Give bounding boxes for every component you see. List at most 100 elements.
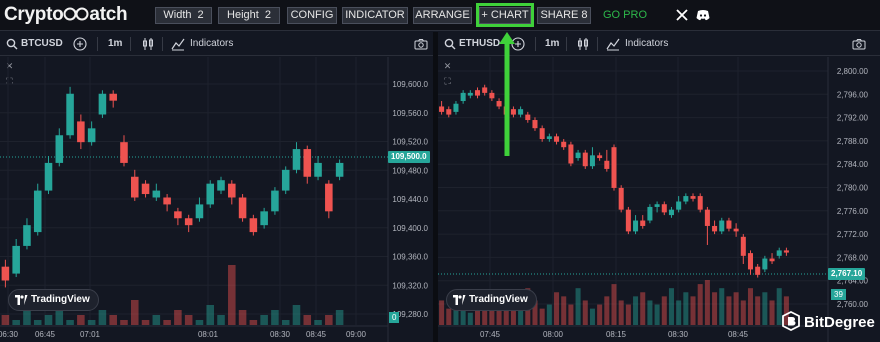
candle-body xyxy=(439,106,445,112)
volume-bar xyxy=(697,284,703,325)
price-axis-label: 109,560.0 xyxy=(392,109,428,118)
height-control[interactable]: Height 2 xyxy=(218,7,280,24)
volume-bar xyxy=(228,265,236,325)
width-value[interactable]: 2 xyxy=(198,9,204,21)
share-button[interactable]: SHARE 8 xyxy=(537,7,591,24)
camera-icon[interactable] xyxy=(852,37,866,51)
candle-body xyxy=(704,209,710,226)
symbol-name[interactable]: BTCUSD xyxy=(21,38,63,49)
symbol-name[interactable]: ETHUSD xyxy=(459,38,500,49)
volume-bar xyxy=(281,320,290,325)
volume-bar xyxy=(314,320,322,325)
price-axis-label: 109,360.0 xyxy=(392,253,428,262)
candle-body xyxy=(726,220,732,229)
candle-body xyxy=(668,209,674,216)
candles-style-icon[interactable] xyxy=(141,37,155,51)
x-icon[interactable] xyxy=(676,9,688,21)
arrange-button[interactable]: ARRANGE xyxy=(413,7,472,24)
volume-bar xyxy=(568,304,574,325)
volume-bar xyxy=(618,300,624,325)
price-axis-label: 2,780.00 xyxy=(837,184,869,193)
price-axis-label: 109,600.0 xyxy=(392,80,428,89)
candle-body xyxy=(489,92,495,99)
candle-body xyxy=(683,196,689,202)
candle-body xyxy=(249,218,258,233)
discord-icon[interactable] xyxy=(696,9,710,21)
candle-body xyxy=(554,136,560,142)
candle-body xyxy=(719,220,725,232)
candle-body xyxy=(532,120,538,129)
indicators-icon[interactable] xyxy=(606,37,620,51)
volume-bar xyxy=(654,304,660,325)
candle-body xyxy=(281,169,290,191)
search-icon[interactable] xyxy=(444,37,456,51)
volume-bar xyxy=(292,305,301,325)
candle-body xyxy=(141,183,150,195)
volume-bar xyxy=(98,310,107,325)
volume-bar xyxy=(120,320,128,325)
search-icon[interactable] xyxy=(6,37,18,51)
candle-body xyxy=(762,258,768,270)
bitdegree-watermark: BitDegree xyxy=(782,311,875,335)
volume-bar xyxy=(439,300,445,325)
tradingview-logo[interactable]: TradingView xyxy=(446,289,537,311)
volume-bar xyxy=(130,300,139,325)
candle-body xyxy=(335,162,344,177)
candle-body xyxy=(314,162,322,177)
candle-body xyxy=(561,141,567,148)
volume-bar xyxy=(611,284,617,325)
volume-bar xyxy=(1,315,10,325)
height-value[interactable]: 2 xyxy=(265,9,271,21)
indicator-button[interactable]: INDICATOR xyxy=(342,7,408,24)
toolbar-divider xyxy=(597,37,598,51)
camera-icon[interactable] xyxy=(414,37,428,51)
candle-body xyxy=(120,142,128,163)
volume-bar xyxy=(582,300,588,325)
candle-body xyxy=(130,176,139,198)
volume-bar xyxy=(747,288,754,325)
time-axis-label: 06:30 xyxy=(0,330,19,339)
compare-add-icon[interactable] xyxy=(73,37,87,51)
time-axis-label: 07:01 xyxy=(80,330,101,339)
volume-bar xyxy=(109,315,117,325)
volume-bar xyxy=(554,292,560,325)
go-pro-link[interactable]: GO PRO xyxy=(603,9,647,21)
volume-bar xyxy=(238,310,247,325)
candle-body xyxy=(12,245,20,274)
candle-body xyxy=(206,183,215,205)
candle-body xyxy=(611,147,617,188)
candle-body xyxy=(525,114,531,121)
indicators-button[interactable]: Indicators xyxy=(190,38,233,49)
logo[interactable]: Crypto atch xyxy=(4,4,128,26)
time-axis-label: 06:45 xyxy=(35,330,56,339)
time-axis-label: 08:30 xyxy=(270,330,291,339)
price-axis-label: 109,480.0 xyxy=(392,166,428,175)
volume-bar xyxy=(575,288,581,325)
volume-bar xyxy=(249,320,258,325)
volume-bar xyxy=(141,320,150,325)
tradingview-logo[interactable]: TradingView xyxy=(8,289,99,311)
candle-body xyxy=(467,92,473,96)
candle-body xyxy=(44,162,53,191)
interval-selector[interactable]: 1m xyxy=(108,38,122,49)
candles-style-icon[interactable] xyxy=(576,37,590,51)
volume-bar xyxy=(769,300,775,325)
candle-body xyxy=(755,266,761,275)
indicators-icon[interactable] xyxy=(171,37,185,51)
interval-selector[interactable]: 1m xyxy=(545,38,559,49)
volume-bar xyxy=(467,312,473,325)
candle-body xyxy=(589,155,595,167)
candle-body xyxy=(604,160,610,169)
config-button[interactable]: CONFIG xyxy=(287,7,337,24)
indicators-button[interactable]: Indicators xyxy=(625,38,668,49)
tradingview-icon xyxy=(15,295,28,305)
candle-body xyxy=(690,196,696,199)
toolbar-divider xyxy=(97,37,98,51)
candle-body xyxy=(271,190,279,212)
width-control[interactable]: Width 2 xyxy=(155,7,212,24)
price-axis-label: 109,320.0 xyxy=(392,281,428,290)
candle-body xyxy=(518,109,524,115)
price-axis-label: 2,796.00 xyxy=(837,90,869,99)
candle-body xyxy=(98,93,107,115)
candle-body xyxy=(446,109,452,115)
